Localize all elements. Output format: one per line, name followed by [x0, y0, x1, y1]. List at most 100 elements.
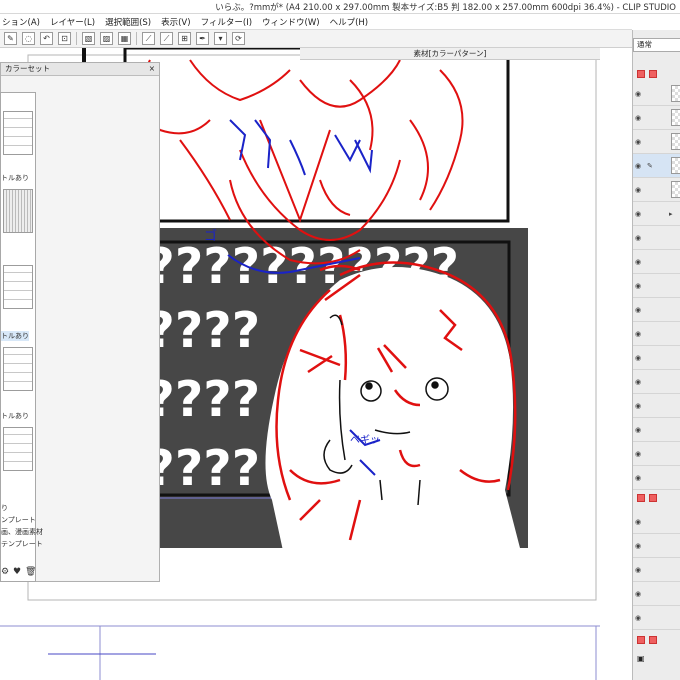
- lock-icon[interactable]: ▣: [637, 654, 645, 663]
- eye-icon[interactable]: ◉: [635, 402, 641, 410]
- menu-item-animation[interactable]: ション(A): [2, 16, 40, 28]
- window-title: いらぶ。?mmが* (A4 210.00 x 297.00mm 製本サイズ:B5…: [215, 3, 676, 13]
- folder-icon: ▸: [669, 210, 673, 218]
- layer-color-indicator[interactable]: [649, 70, 657, 78]
- eye-icon[interactable]: ◉: [635, 138, 641, 146]
- lasso-icon[interactable]: ◌: [22, 32, 35, 45]
- eye-icon[interactable]: ◉: [635, 90, 641, 98]
- layer-row[interactable]: ◉: [633, 534, 680, 558]
- eye-icon[interactable]: ◉: [635, 566, 641, 574]
- material-thumbnail[interactable]: [3, 265, 33, 309]
- layer-row[interactable]: ◉: [633, 510, 680, 534]
- pen-icon[interactable]: ✎: [4, 32, 17, 45]
- eye-icon[interactable]: ◉: [635, 542, 641, 550]
- layer-color-indicator[interactable]: [637, 636, 645, 644]
- layer-row[interactable]: ◉: [633, 106, 680, 130]
- layer-row[interactable]: ◉: [633, 582, 680, 606]
- sfx-text: ベギッ: [350, 434, 380, 446]
- eye-icon[interactable]: ◉: [635, 518, 641, 526]
- layer-row[interactable]: ◉: [633, 226, 680, 250]
- layer-row[interactable]: ◉: [633, 442, 680, 466]
- layer-thumbnail: [671, 181, 680, 198]
- eye-icon[interactable]: ◉: [635, 330, 641, 338]
- color-set-header[interactable]: カラーセット ×: [1, 63, 159, 76]
- eye-icon[interactable]: ◉: [635, 234, 641, 242]
- undo-icon[interactable]: ↶: [40, 32, 53, 45]
- tree-item[interactable]: り: [1, 503, 8, 513]
- layer-row[interactable]: ◉: [633, 82, 680, 106]
- material-label-selected[interactable]: トルあり: [1, 331, 29, 341]
- trash-icon[interactable]: 🗑: [25, 567, 36, 577]
- eye-icon[interactable]: ◉: [635, 282, 641, 290]
- material-panel-header[interactable]: 素材[カラーパターン]: [300, 48, 600, 60]
- clear-icon[interactable]: ▧: [82, 32, 95, 45]
- eye-icon[interactable]: ◉: [635, 614, 641, 622]
- close-icon[interactable]: ×: [149, 63, 155, 75]
- perspective-icon[interactable]: ⟋: [160, 32, 173, 45]
- menu-item-window[interactable]: ウィンドウ(W): [262, 16, 320, 28]
- layer-thumbnail: [671, 85, 680, 102]
- layer-row[interactable]: ◉: [633, 178, 680, 202]
- eye-icon[interactable]: ◉: [635, 306, 641, 314]
- heart-icon[interactable]: ♥: [13, 567, 21, 577]
- layer-row[interactable]: ◉: [633, 250, 680, 274]
- eye-icon[interactable]: ◉: [635, 354, 641, 362]
- layer-color-indicator[interactable]: [649, 494, 657, 502]
- layer-row[interactable]: ◉: [633, 558, 680, 582]
- menu-item-filter[interactable]: フィルター(I): [201, 16, 252, 28]
- layer-row[interactable]: ◉: [633, 606, 680, 630]
- layer-row[interactable]: ◉: [633, 466, 680, 490]
- eye-icon[interactable]: ◉: [635, 210, 641, 218]
- layer-row[interactable]: ◉: [633, 418, 680, 442]
- pen-pressure-icon[interactable]: ✒: [196, 32, 209, 45]
- gear-icon[interactable]: ⚙: [1, 567, 9, 577]
- layer-thumbnail: [671, 157, 680, 174]
- layer-row[interactable]: ◉ ▸: [633, 202, 680, 226]
- eye-icon[interactable]: ◉: [635, 186, 641, 194]
- layer-color-indicator[interactable]: [637, 494, 645, 502]
- menu-bar: ション(A) レイヤー(L) 選択範囲(S) 表示(V) フィルター(I) ウィ…: [0, 14, 632, 30]
- layer-color-indicator[interactable]: [649, 636, 657, 644]
- eye-icon[interactable]: ◉: [635, 426, 641, 434]
- material-thumbnail[interactable]: [3, 111, 33, 155]
- sfx-text: ゴ: [204, 228, 217, 244]
- menu-item-help[interactable]: ヘルプ(H): [330, 16, 369, 28]
- layer-color-indicator[interactable]: [637, 70, 645, 78]
- ruler-icon[interactable]: ⟋: [142, 32, 155, 45]
- layer-row[interactable]: ◉: [633, 298, 680, 322]
- menu-item-selection[interactable]: 選択範囲(S): [105, 16, 151, 28]
- layer-row[interactable]: ◉: [633, 346, 680, 370]
- eye-icon[interactable]: ◉: [635, 378, 641, 386]
- tree-item[interactable]: テンプレート: [1, 539, 43, 549]
- layer-row[interactable]: ◉: [633, 274, 680, 298]
- eye-icon[interactable]: ◉: [635, 474, 641, 482]
- fill-icon[interactable]: ▨: [100, 32, 113, 45]
- layer-thumbnail: [671, 133, 680, 150]
- eye-icon[interactable]: ◉: [635, 114, 641, 122]
- eye-icon[interactable]: ◉: [635, 258, 641, 266]
- grid-icon[interactable]: ⊞: [178, 32, 191, 45]
- chevron-down-icon[interactable]: ▾: [214, 32, 227, 45]
- layer-row[interactable]: ◉: [633, 370, 680, 394]
- layer-row[interactable]: ◉: [633, 394, 680, 418]
- material-thumbnail[interactable]: [3, 189, 33, 233]
- material-label: トルあり: [1, 174, 29, 182]
- eye-icon[interactable]: ◉: [635, 450, 641, 458]
- layer-row-selected[interactable]: ◉ ✎: [633, 154, 680, 178]
- eye-icon[interactable]: ◉: [635, 162, 641, 170]
- transform-icon[interactable]: ⊡: [58, 32, 71, 45]
- material-panel-title: 素材[カラーパターン]: [413, 49, 487, 58]
- material-label: トルあり: [1, 412, 29, 420]
- hatch-icon[interactable]: ▦: [118, 32, 131, 45]
- material-thumbnail[interactable]: [3, 427, 33, 471]
- layer-row[interactable]: ◉: [633, 130, 680, 154]
- layer-row[interactable]: ◉: [633, 322, 680, 346]
- tree-item[interactable]: 画、漫画素材: [1, 527, 43, 537]
- blend-mode-select[interactable]: 通常: [633, 38, 680, 52]
- menu-item-layer[interactable]: レイヤー(L): [50, 16, 95, 28]
- tree-item[interactable]: ンプレート: [1, 515, 36, 525]
- eye-icon[interactable]: ◉: [635, 590, 641, 598]
- refresh-icon[interactable]: ⟳: [232, 32, 245, 45]
- material-thumbnail[interactable]: [3, 347, 33, 391]
- menu-item-view[interactable]: 表示(V): [161, 16, 190, 28]
